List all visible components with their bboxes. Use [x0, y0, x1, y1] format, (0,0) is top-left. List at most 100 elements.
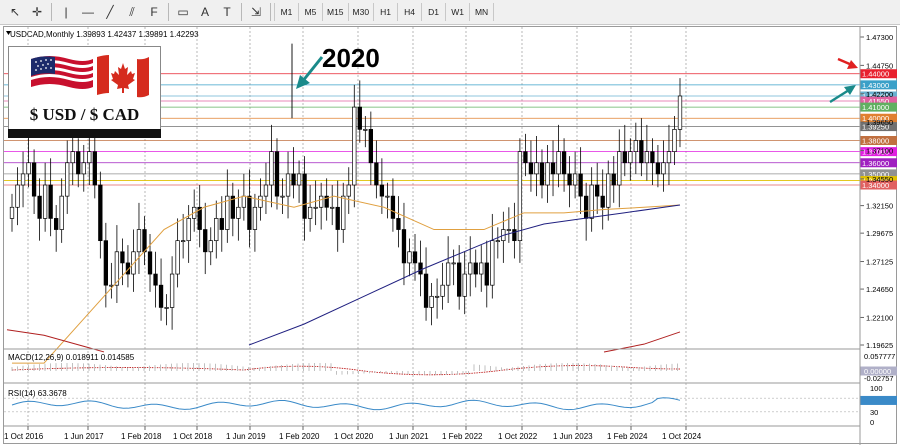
- timeframe-selector: M1 M5 M15 M30 H1 H4 D1 W1 MN: [274, 3, 495, 21]
- candle-body: [219, 218, 224, 230]
- candle-body: [655, 162, 661, 175]
- candle-body: [567, 173, 572, 186]
- drawing-tools: ↖ ✛ | — ╱ ⫽ F ▭ A T ⇲: [4, 2, 267, 22]
- arrows-icon[interactable]: ⇲: [245, 2, 267, 22]
- candle-body: [462, 273, 467, 297]
- candle-body: [175, 240, 180, 275]
- candle-body: [247, 195, 252, 230]
- candle-body: [285, 173, 291, 197]
- price-tick-label: 1.29675: [866, 229, 893, 238]
- time-tick-label: 1 Oct 2020: [334, 432, 374, 441]
- equidistant-channel-icon[interactable]: ⫽: [121, 2, 143, 22]
- price-tick-label: 1.22100: [866, 313, 893, 322]
- timeframe-m30[interactable]: M30: [349, 3, 375, 21]
- candle-body: [445, 262, 451, 286]
- candle-body: [583, 195, 589, 219]
- candle-body: [103, 240, 109, 286]
- candle-body: [142, 229, 147, 253]
- vertical-line-icon[interactable]: |: [55, 2, 77, 22]
- candle-body: [440, 284, 445, 297]
- fibonacci-icon[interactable]: F: [143, 2, 165, 22]
- candle-body: [236, 206, 241, 219]
- trendline-icon[interactable]: ╱: [99, 2, 121, 22]
- candle-body: [451, 262, 456, 265]
- timeframe-w1[interactable]: W1: [446, 3, 471, 21]
- arrow-head: [844, 85, 856, 95]
- candle-body: [639, 140, 644, 164]
- candle-body: [506, 229, 512, 231]
- candle-body: [363, 129, 368, 131]
- cursor-icon[interactable]: ↖: [4, 2, 26, 22]
- price-tick-label: 1.34550: [866, 175, 893, 184]
- rsi-scale-label: 30: [870, 408, 878, 417]
- candle-body: [457, 262, 462, 297]
- timeframe-m5[interactable]: M5: [299, 3, 323, 21]
- horizontal-line-icon[interactable]: —: [77, 2, 99, 22]
- macd-scale-label: 0.057777: [864, 352, 895, 361]
- rsi-scale-label: 100: [870, 384, 883, 393]
- candle-body: [81, 162, 86, 175]
- candle-body: [556, 151, 561, 175]
- candle-body: [418, 262, 423, 275]
- timeframe-d1[interactable]: D1: [422, 3, 447, 21]
- level-price-label: 1.44000: [862, 70, 889, 79]
- candle-body: [352, 106, 357, 186]
- crosshair-icon[interactable]: ✛: [26, 2, 48, 22]
- toolbar-separator: [241, 3, 242, 21]
- timeframe-m15[interactable]: M15: [323, 3, 349, 21]
- candle-body: [203, 229, 208, 253]
- candle-body: [633, 140, 638, 152]
- price-tick-label: 1.37100: [866, 147, 893, 156]
- canada-flag-icon: [97, 54, 149, 98]
- candle-body: [589, 184, 594, 219]
- time-tick-label: 1 Jun 2017: [64, 432, 104, 441]
- shapes-icon[interactable]: ▭: [172, 2, 194, 22]
- candle-body: [280, 195, 285, 198]
- toolbar-separator: [51, 3, 52, 21]
- candle-body: [274, 151, 280, 197]
- label-icon[interactable]: T: [216, 2, 238, 22]
- candle-body: [539, 162, 545, 186]
- candle-body: [158, 284, 164, 308]
- candle-body: [87, 151, 92, 164]
- candle-body: [26, 162, 31, 175]
- candle-body: [600, 195, 605, 208]
- time-tick-label: 1 Oct 2018: [173, 432, 213, 441]
- candle-body: [241, 195, 247, 208]
- time-axis: 1 Oct 2016 1 Jun 2017 1 Feb 2018 1 Oct 2018…: [4, 426, 702, 441]
- candle-body: [473, 262, 478, 275]
- time-tick-label: 1 Oct 2022: [498, 432, 538, 441]
- candle-body: [31, 162, 37, 197]
- macd-signal-line: [11, 365, 681, 376]
- arrow-shaft: [300, 56, 324, 83]
- rsi-label: RSI(14) 63.3678: [8, 389, 67, 398]
- candle-body: [550, 162, 556, 175]
- time-tick-label: 1 Oct 2016: [4, 432, 44, 441]
- flags-image: [31, 54, 149, 98]
- candle-body: [534, 162, 539, 175]
- candle-body: [65, 162, 70, 197]
- arrow-head: [296, 75, 310, 89]
- timeframe-h4[interactable]: H4: [398, 3, 423, 21]
- timeframe-m1[interactable]: M1: [275, 3, 299, 21]
- macd-scale-label: -0.02757: [864, 374, 894, 383]
- candle-body: [595, 184, 600, 197]
- candle-body: [59, 195, 64, 230]
- candle-body: [528, 162, 534, 175]
- red-arrow-icon: [837, 57, 858, 69]
- candle-body: [186, 218, 191, 242]
- candle-body: [296, 173, 302, 186]
- candle-body: [490, 240, 495, 286]
- candle-body: [120, 251, 125, 264]
- currency-pair-badge: $ USD / $ CAD: [8, 46, 161, 138]
- us-flag-icon: [31, 56, 93, 89]
- candle-body: [468, 262, 473, 275]
- candle-body: [644, 151, 650, 164]
- candle-body: [385, 195, 390, 198]
- timeframe-mn[interactable]: MN: [470, 3, 495, 21]
- text-icon[interactable]: A: [194, 2, 216, 22]
- timeframe-h1[interactable]: H1: [374, 3, 399, 21]
- price-tick-label: 1.24650: [866, 285, 893, 294]
- candle-body: [622, 151, 627, 164]
- candle-body: [263, 184, 269, 197]
